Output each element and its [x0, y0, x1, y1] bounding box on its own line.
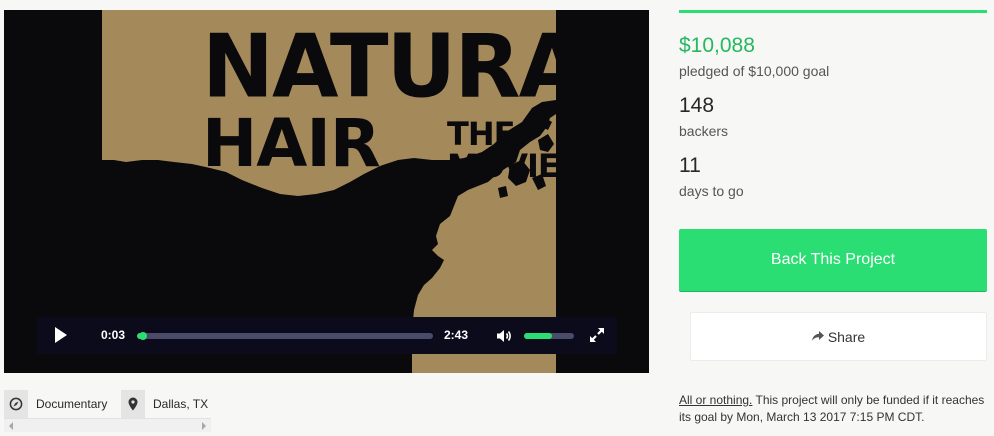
- map-pin-icon: [121, 390, 145, 418]
- scroll-left-icon[interactable]: [9, 422, 13, 430]
- share-button[interactable]: Share: [690, 312, 987, 361]
- volume-fill: [524, 333, 552, 339]
- scroll-right-icon[interactable]: [202, 422, 206, 430]
- share-arrow-icon: [811, 331, 824, 341]
- funding-progress-bar: [679, 10, 987, 13]
- backers-count: 148: [679, 94, 715, 117]
- current-time: 0:03: [101, 328, 126, 342]
- compass-icon: [4, 390, 28, 418]
- project-tags: Documentary Dallas, TX: [4, 390, 211, 432]
- location-tag[interactable]: Dallas, TX: [121, 390, 208, 418]
- video-controls: 0:03 2:43: [37, 317, 617, 354]
- pledged-label: pledged of $10,000 goal: [679, 63, 830, 79]
- pledged-amount: $10,088: [679, 34, 755, 57]
- progress-knob[interactable]: [139, 332, 147, 340]
- volume-slider[interactable]: [524, 333, 574, 339]
- location-label: Dallas, TX: [153, 397, 209, 411]
- category-label: Documentary: [36, 397, 108, 411]
- all-or-nothing-note: All or nothing. This project will only b…: [679, 392, 987, 426]
- category-tag[interactable]: Documentary: [4, 390, 107, 418]
- back-this-project-button[interactable]: Back This Project: [679, 229, 987, 292]
- fullscreen-icon[interactable]: [589, 327, 605, 343]
- poster-title-hair: HAIR: [202, 105, 381, 182]
- volume-icon[interactable]: [496, 328, 512, 344]
- duration: 2:43: [444, 328, 469, 342]
- poster-title-natural: NATURAL: [202, 16, 556, 118]
- days-to-go-count: 11: [679, 154, 701, 177]
- horizontal-scrollbar[interactable]: [4, 418, 211, 432]
- progress-bar[interactable]: [137, 332, 433, 340]
- video-player[interactable]: NATURAL HAIR THE MOVIE 0:03 2:43: [4, 10, 649, 373]
- backers-label: backers: [679, 123, 729, 139]
- play-icon[interactable]: [55, 327, 67, 343]
- days-to-go-label: days to go: [679, 183, 744, 199]
- share-label: Share: [827, 328, 866, 345]
- poster-title-the-movie: THE MOVIE: [447, 115, 556, 185]
- all-or-nothing-link[interactable]: All or nothing.: [679, 393, 752, 407]
